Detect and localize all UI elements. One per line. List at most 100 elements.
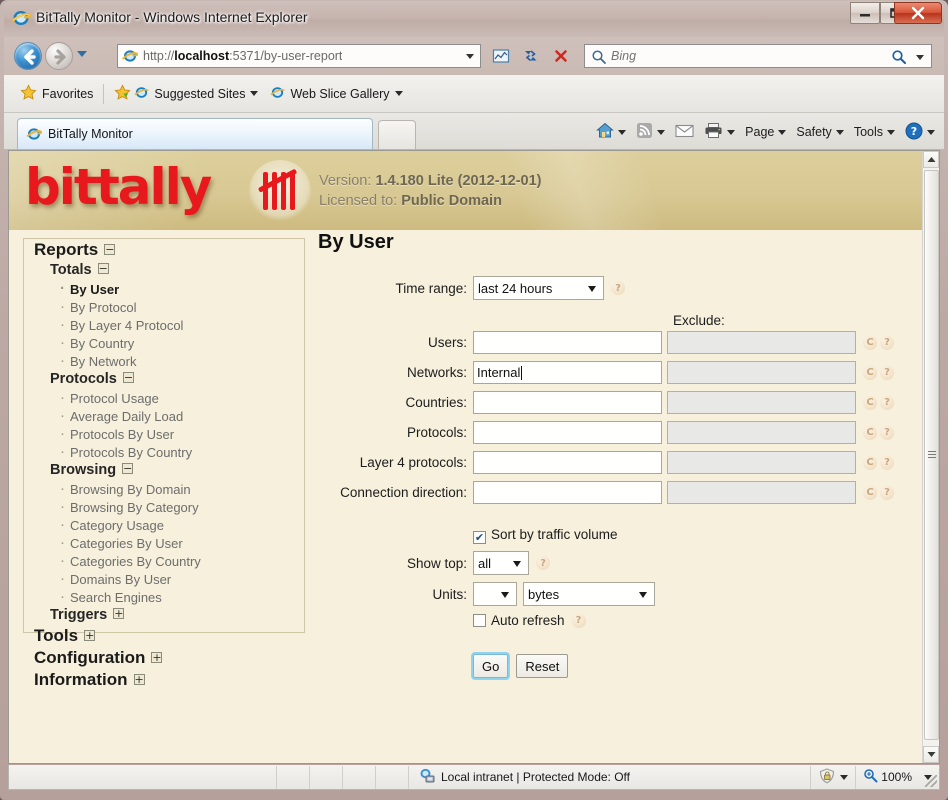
networks-input[interactable]: Internal [473, 361, 662, 384]
web-slice-gallery-button[interactable]: Web Slice Gallery [264, 81, 408, 107]
expand-toggle-icon[interactable]: + [84, 630, 96, 641]
sidebar-item-category-usage[interactable]: Category Usage [24, 516, 304, 534]
tools-menu[interactable]: Tools [849, 119, 900, 145]
security-zone-status[interactable]: Local intranet | Protected Mode: Off [409, 766, 640, 789]
compatibility-view-button[interactable] [488, 44, 514, 68]
sort-by-traffic-volume-checkbox[interactable]: ✔ Sort by traffic volume [473, 527, 618, 544]
help-icon[interactable]: ? [880, 365, 894, 380]
users-input[interactable] [473, 331, 662, 354]
layer4-protocols-exclude-input[interactable] [667, 451, 856, 474]
help-menu[interactable]: ? [900, 119, 940, 145]
countries-input[interactable] [473, 391, 662, 414]
minimize-button[interactable] [850, 2, 880, 24]
help-icon[interactable]: ? [880, 425, 894, 440]
sidebar-item-browsing-by-category[interactable]: Browsing By Category [24, 498, 304, 516]
sidebar-subgroup-triggers[interactable]: Triggers + [24, 606, 304, 625]
protocols-input[interactable] [473, 421, 662, 444]
safety-menu[interactable]: Safety [791, 119, 848, 145]
sidebar-item-categories-by-user[interactable]: Categories By User [24, 534, 304, 552]
collapse-toggle-icon[interactable]: − [122, 372, 134, 383]
help-icon[interactable]: ? [880, 335, 894, 350]
help-icon[interactable]: ? [571, 613, 586, 628]
close-button[interactable] [894, 2, 942, 24]
sidebar-item-by-protocol[interactable]: By Protocol [24, 298, 304, 316]
scroll-down-button[interactable] [923, 746, 939, 763]
sidebar-item-domains-by-user[interactable]: Domains By User [24, 570, 304, 588]
help-icon[interactable]: ? [880, 395, 894, 410]
sidebar-item-browsing-by-domain[interactable]: Browsing By Domain [24, 480, 304, 498]
countries-exclude-input[interactable] [667, 391, 856, 414]
sidebar-item-protocol-usage[interactable]: Protocol Usage [24, 389, 304, 407]
suggested-sites-button[interactable]: Suggested Sites [108, 81, 264, 107]
expand-toggle-icon[interactable]: + [113, 608, 125, 619]
clear-icon[interactable]: C [863, 365, 877, 380]
units-prefix-select[interactable] [473, 582, 517, 606]
mail-button[interactable] [670, 119, 699, 145]
expand-toggle-icon[interactable]: + [133, 674, 145, 685]
collapse-toggle-icon[interactable]: − [122, 463, 134, 474]
forward-button[interactable] [45, 42, 73, 70]
help-icon[interactable]: ? [611, 281, 625, 295]
back-button[interactable] [14, 42, 42, 70]
resize-grip-icon[interactable] [925, 775, 937, 787]
layer4-protocols-input[interactable] [473, 451, 662, 474]
protected-mode-indicator[interactable] [810, 765, 855, 789]
sidebar-item-by-layer-4-protocol[interactable]: By Layer 4 Protocol [24, 316, 304, 334]
show-top-select[interactable]: all [473, 551, 529, 575]
refresh-button[interactable] [518, 44, 544, 68]
sidebar-group-reports[interactable]: Reports − [24, 239, 304, 261]
units-select[interactable]: bytes [523, 582, 655, 606]
favorites-button[interactable]: Favorites [14, 81, 99, 107]
new-tab-button[interactable] [378, 120, 416, 149]
auto-refresh-checkbox[interactable]: Auto refresh [473, 613, 565, 628]
search-submit-icon[interactable] [891, 49, 907, 70]
clear-icon[interactable]: C [863, 395, 877, 410]
recent-pages-dropdown-icon[interactable] [77, 51, 87, 57]
sidebar-group-tools[interactable]: Tools + [24, 625, 304, 647]
sidebar-item-protocols-by-country[interactable]: Protocols By Country [24, 443, 304, 461]
tab-bittally-monitor[interactable]: BitTally Monitor [17, 118, 373, 149]
protocols-exclude-input[interactable] [667, 421, 856, 444]
users-exclude-input[interactable] [667, 331, 856, 354]
feeds-button[interactable] [631, 119, 670, 145]
sidebar-item-by-network[interactable]: By Network [24, 352, 304, 370]
search-box[interactable]: Bing [584, 44, 932, 68]
scrollbar-thumb[interactable] [924, 170, 939, 740]
scroll-up-button[interactable] [923, 151, 939, 168]
page-scrollbar-vertical[interactable] [922, 151, 939, 763]
sidebar-item-by-user[interactable]: By User [24, 280, 304, 298]
sidebar-item-search-engines[interactable]: Search Engines [24, 588, 304, 606]
page-menu[interactable]: Page [740, 119, 791, 145]
collapse-toggle-icon[interactable]: − [97, 263, 109, 274]
reset-button[interactable]: Reset [516, 654, 569, 678]
search-provider-dropdown-icon[interactable] [916, 55, 924, 60]
networks-exclude-input[interactable] [667, 361, 856, 384]
sidebar-subgroup-totals[interactable]: Totals − [24, 261, 304, 280]
clear-icon[interactable]: C [863, 335, 877, 350]
stop-button[interactable] [548, 44, 574, 68]
clear-icon[interactable]: C [863, 425, 877, 440]
clear-icon[interactable]: C [863, 485, 877, 500]
collapse-toggle-icon[interactable]: − [104, 244, 116, 255]
help-icon[interactable]: ? [536, 556, 550, 570]
address-input[interactable]: http://localhost:5371/by-user-report [117, 44, 481, 68]
print-button[interactable] [699, 119, 740, 145]
sidebar-item-average-daily-load[interactable]: Average Daily Load [24, 407, 304, 425]
sidebar-subgroup-protocols[interactable]: Protocols − [24, 370, 304, 389]
home-button[interactable] [591, 119, 631, 145]
sidebar-group-information[interactable]: Information + [24, 669, 304, 691]
connection-direction-input[interactable] [473, 481, 662, 504]
help-icon[interactable]: ? [880, 455, 894, 470]
sidebar-item-by-country[interactable]: By Country [24, 334, 304, 352]
sidebar-subgroup-browsing[interactable]: Browsing − [24, 461, 304, 480]
sidebar-item-categories-by-country[interactable]: Categories By Country [24, 552, 304, 570]
sidebar-group-configuration[interactable]: Configuration + [24, 647, 304, 669]
address-dropdown-icon[interactable] [466, 54, 474, 59]
help-icon[interactable]: ? [880, 485, 894, 500]
expand-toggle-icon[interactable]: + [151, 652, 163, 663]
go-button[interactable]: Go [473, 654, 509, 678]
clear-icon[interactable]: C [863, 455, 877, 470]
time-range-select[interactable]: last 24 hours [473, 276, 604, 300]
connection-direction-exclude-input[interactable] [667, 481, 856, 504]
sidebar-item-protocols-by-user[interactable]: Protocols By User [24, 425, 304, 443]
